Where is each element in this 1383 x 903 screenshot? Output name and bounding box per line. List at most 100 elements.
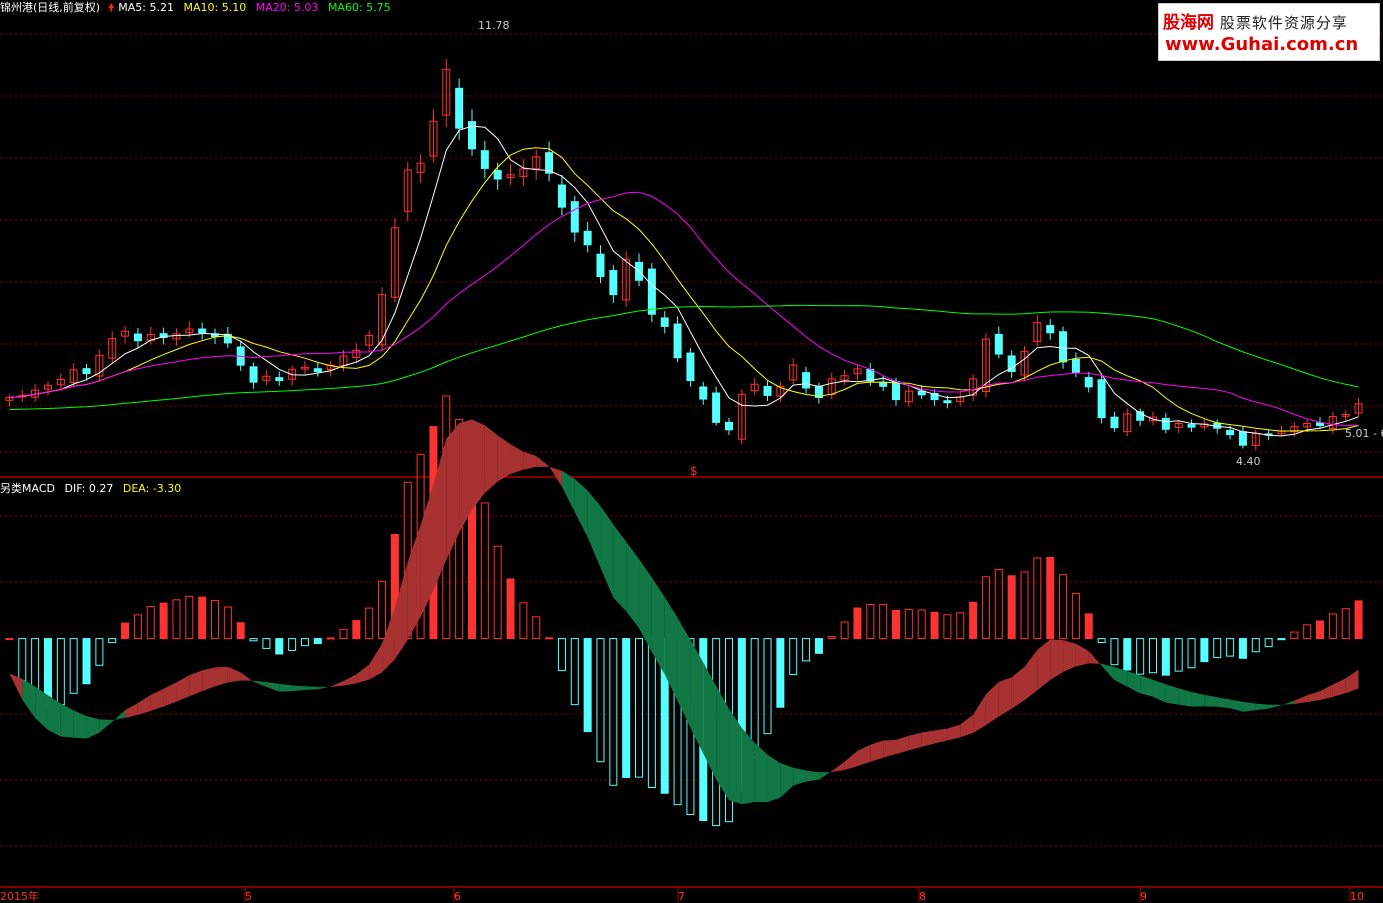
candle-body	[1161, 418, 1170, 430]
macd-histogram-bar	[969, 601, 978, 640]
macd-band-segment	[870, 740, 884, 762]
macd-band-segment	[497, 435, 511, 482]
macd-band-segment	[716, 685, 729, 801]
macd-band-segment	[677, 617, 691, 728]
candle-body	[866, 369, 875, 382]
macd-histogram-bar	[1341, 608, 1350, 640]
macd-band-segment	[780, 763, 794, 798]
macd-histogram-bar	[647, 638, 656, 789]
macd-band-segment	[279, 683, 293, 692]
candle-body	[1226, 429, 1235, 436]
candle-body	[699, 386, 708, 400]
macd-band-segment	[253, 680, 267, 687]
macd-histogram-bar	[249, 638, 258, 642]
macd-histogram-bar	[185, 595, 194, 640]
macd-histogram-bar	[1097, 638, 1106, 644]
site-logo[interactable]: 股海网 股票软件资源分享 www.Guhai.com.cn	[1158, 3, 1380, 61]
macd-band-segment	[896, 735, 909, 755]
x-label-1: 5	[245, 890, 252, 903]
macd-band-segment	[1345, 669, 1359, 694]
macd-band-segment	[574, 479, 588, 538]
macd-histogram-bar	[917, 609, 926, 640]
macd-histogram-bar	[56, 638, 65, 706]
candle-body	[249, 366, 258, 383]
macd-band-segment	[176, 675, 190, 702]
macd-band-segment	[536, 455, 550, 467]
macd-band-segment	[60, 703, 74, 738]
last-price-label: 5.01 - 6	[1345, 427, 1383, 440]
macd-histogram-bar	[814, 638, 823, 654]
macd-band-segment	[985, 681, 999, 726]
macd-band-segment	[1191, 692, 1205, 707]
macd-histogram-bar	[1161, 638, 1170, 676]
macd-histogram-bar	[313, 638, 322, 645]
macd-band-segment	[613, 524, 627, 612]
ma60-label: MA60: 5.75	[327, 1, 391, 14]
macd-histogram-bar	[1238, 638, 1247, 659]
macd-band-segment	[202, 667, 216, 692]
macd-histogram-bar	[609, 638, 618, 786]
macd-histogram-bar	[1316, 620, 1325, 640]
macd-band-segment	[1024, 649, 1038, 701]
macd-band-segment	[137, 694, 151, 715]
ma10-label: MA10: 5.10	[183, 1, 247, 14]
macd-histogram-bar	[352, 620, 361, 640]
macd-histogram-bar	[262, 638, 271, 649]
macd-band-segment	[9, 673, 23, 700]
macd-band-segment	[973, 694, 986, 733]
macd-histogram-bar	[1174, 638, 1183, 672]
macd-histogram-bar	[904, 608, 913, 640]
macd-histogram-bar	[198, 596, 207, 640]
macd-histogram-bar	[596, 638, 605, 763]
macd-histogram-bar	[1187, 638, 1196, 669]
macd-band-segment	[587, 490, 601, 568]
macd-band-segment	[1037, 639, 1051, 691]
macd-band-segment	[1332, 678, 1346, 697]
macd-histogram-bar	[159, 602, 168, 640]
macd-histogram-bar	[95, 638, 104, 666]
macd-histogram-bar	[275, 638, 284, 655]
macd-band-segment	[330, 680, 344, 687]
macd-band-segment	[1255, 703, 1269, 711]
ma10-line	[9, 147, 1359, 432]
ma60-line	[9, 304, 1359, 410]
macd-band-segment	[1088, 650, 1102, 666]
macd-band-segment	[600, 506, 614, 598]
high-price-label: 11.78	[478, 19, 510, 32]
x-label-0: 2015年	[0, 890, 39, 903]
macd-band-segment	[844, 750, 858, 770]
x-label-6: 10	[1350, 890, 1364, 903]
candle-body	[133, 333, 142, 342]
macd-histogram-bar	[930, 611, 939, 640]
macd-band-segment	[806, 770, 819, 782]
candle-body	[1046, 325, 1055, 334]
ma-arrow-icon: 🠝	[107, 1, 115, 14]
macd-band-segment	[998, 677, 1012, 717]
signal-marker: $	[690, 464, 698, 478]
macd-histogram-bar	[532, 616, 541, 640]
macd-histogram-bar	[82, 638, 91, 685]
macd-band-segment	[1307, 691, 1321, 703]
macd-histogram-bar	[326, 637, 335, 640]
macd-band-segment	[1281, 700, 1295, 706]
macd-band-segment	[767, 754, 781, 803]
macd-band-segment	[857, 744, 871, 767]
macd-histogram-bar	[583, 638, 592, 733]
candle-body	[82, 368, 91, 375]
macd-histogram-bar	[172, 599, 181, 640]
macd-band-segment	[1242, 701, 1256, 712]
dea-label: DEA: -3.30	[122, 482, 182, 495]
candle-body	[198, 328, 207, 334]
macd-histogram-bar	[763, 638, 772, 735]
macd-histogram-bar	[545, 637, 554, 640]
macd-histogram-bar	[1071, 592, 1080, 640]
macd-band-segment	[1165, 684, 1179, 705]
candle-body	[1187, 424, 1196, 428]
macd-histogram-bar	[69, 638, 78, 694]
macd-histogram-bar	[1277, 638, 1286, 641]
macd-histogram-bar	[879, 603, 888, 640]
macd-histogram-bar	[18, 638, 27, 682]
stock-chart[interactable]	[0, 0, 1383, 902]
macd-band-segment	[1204, 694, 1218, 707]
macd-histogram-bar	[1290, 631, 1299, 640]
